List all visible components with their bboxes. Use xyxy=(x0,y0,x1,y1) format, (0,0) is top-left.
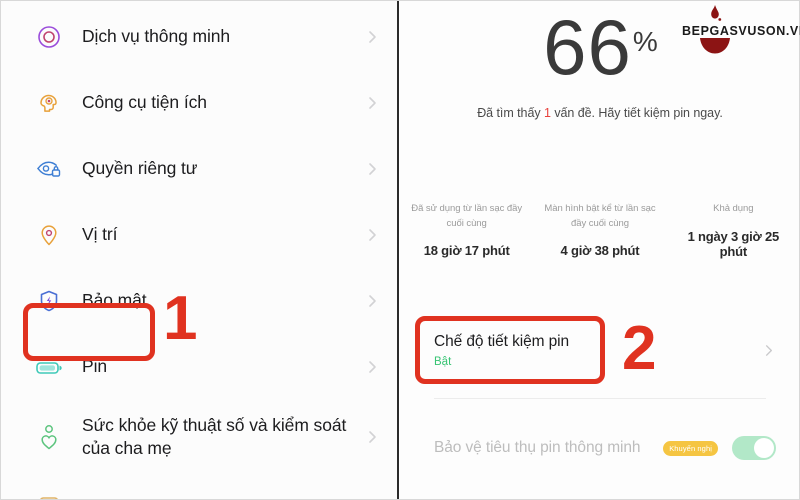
stat-available: Khả dụng 1 ngày 3 giờ 25 phút xyxy=(667,202,800,259)
stat-value: 1 ngày 3 giờ 25 phút xyxy=(687,228,780,259)
issue-count: 1 xyxy=(544,106,551,120)
battery-issue-message: Đã tìm thấy 1 vấn đề. Hãy tiết kiệm pin … xyxy=(400,106,800,120)
settings-list: Dịch vụ thông minh Công cụ tiện ích Quyề… xyxy=(0,0,398,500)
chevron-right-icon xyxy=(364,293,380,309)
chevron-right-icon xyxy=(364,161,380,177)
frame-left-edge xyxy=(0,0,1,500)
sidebar-item-label: Công cụ tiện ích xyxy=(82,92,207,113)
chevron-right-icon xyxy=(364,359,380,375)
smart-battery-protection-toggle[interactable] xyxy=(732,436,776,460)
toggle-knob xyxy=(754,438,774,458)
sidebar-item-security[interactable]: Bảo mật xyxy=(0,268,398,334)
section-divider xyxy=(434,398,766,399)
privacy-icon xyxy=(34,154,64,184)
bowl-icon xyxy=(700,38,730,54)
location-icon xyxy=(34,220,64,250)
smart-battery-protection-title: Bảo vệ tiêu thụ pin thông minh xyxy=(434,438,641,456)
sidebar-item-label: Sức khỏe kỹ thuật số và kiểm soát của ch… xyxy=(82,414,347,458)
recommended-badge: Khuyến nghị xyxy=(663,440,718,456)
chevron-right-icon xyxy=(761,343,776,358)
battery-saver-mode-status: Bật xyxy=(434,356,452,369)
stat-value: 4 giờ 38 phút xyxy=(560,243,640,259)
sidebar-item-label: Dịch vụ thông minh xyxy=(82,26,231,47)
flame-icon xyxy=(708,5,722,22)
smart-services-icon xyxy=(34,22,64,52)
issue-prefix: Đã tìm thấy xyxy=(477,106,544,120)
battery-saver-mode-row[interactable]: Chế độ tiết kiệm pin Bật xyxy=(400,322,800,378)
chevron-right-icon xyxy=(364,227,380,243)
sidebar-item-smart-services[interactable]: Dịch vụ thông minh xyxy=(0,4,398,70)
chevron-right-icon xyxy=(364,95,380,111)
sidebar-item-label: Vị trí xyxy=(82,224,118,245)
battery-panel: 66% Đã tìm thấy 1 vấn đề. Hãy tiết kiệm … xyxy=(400,0,800,500)
sidebar-item-label: Quyền riêng tư xyxy=(82,158,198,179)
battery-saver-mode-text: Chế độ tiết kiệm pin Bật xyxy=(434,332,761,369)
sidebar-item-label: Pin xyxy=(82,356,107,377)
battery-stats: Đã sử dụng từ lần sạc đầy cuối cùng 18 g… xyxy=(400,202,800,259)
digital-wellbeing-icon xyxy=(34,422,64,452)
watermark-text: BEPGASVUSON.VN xyxy=(682,24,800,38)
watermark: BEPGASVUSON.VN xyxy=(668,4,800,56)
battery-icon xyxy=(34,352,64,382)
stat-label: Màn hình bật kể từ lần sạc đầy cuối cùng xyxy=(544,203,656,229)
settings-panel: Dịch vụ thông minh Công cụ tiện ích Quyề… xyxy=(0,0,398,500)
battery-percent-value: 66 xyxy=(543,3,632,91)
percent-symbol: % xyxy=(632,26,658,58)
smart-battery-protection-row[interactable]: Bảo vệ tiêu thụ pin thông minh Khuyến ng… xyxy=(400,420,800,476)
stat-used-since-charge: Đã sử dụng từ lần sạc đầy cuối cùng 18 g… xyxy=(400,202,533,259)
issue-suffix: vấn đề. Hãy tiết kiệm pin ngay. xyxy=(550,106,723,120)
smart-battery-protection-text: Bảo vệ tiêu thụ pin thông minh xyxy=(434,438,663,459)
chevron-right-icon xyxy=(364,29,380,45)
stat-value: 18 giờ 17 phút xyxy=(423,243,510,259)
panel-divider xyxy=(397,0,399,500)
sidebar-item-language[interactable]: Ngôn ngữ & khu vực xyxy=(0,474,398,500)
stat-screen-on-since-charge: Màn hình bật kể từ lần sạc đầy cuối cùng… xyxy=(533,202,666,259)
sidebar-item-label: Bảo mật xyxy=(82,290,147,311)
stat-label: Khả dụng xyxy=(713,203,754,214)
stat-label: Đã sử dụng từ lần sạc đầy cuối cùng xyxy=(411,203,523,229)
sidebar-item-battery[interactable]: Pin xyxy=(0,334,398,400)
frame-top-edge xyxy=(0,0,800,1)
security-icon xyxy=(34,286,64,316)
sidebar-item-privacy[interactable]: Quyền riêng tư xyxy=(0,136,398,202)
screenshot-root: Dịch vụ thông minh Công cụ tiện ích Quyề… xyxy=(0,0,800,500)
sidebar-item-utility-tools[interactable]: Công cụ tiện ích xyxy=(0,70,398,136)
sidebar-item-location[interactable]: Vị trí xyxy=(0,202,398,268)
sidebar-item-digital-wellbeing[interactable]: Sức khỏe kỹ thuật số và kiểm soát của ch… xyxy=(0,400,398,474)
utility-tools-icon xyxy=(34,88,64,118)
battery-saver-mode-title: Chế độ tiết kiệm pin xyxy=(434,332,569,350)
chevron-right-icon xyxy=(364,429,380,445)
